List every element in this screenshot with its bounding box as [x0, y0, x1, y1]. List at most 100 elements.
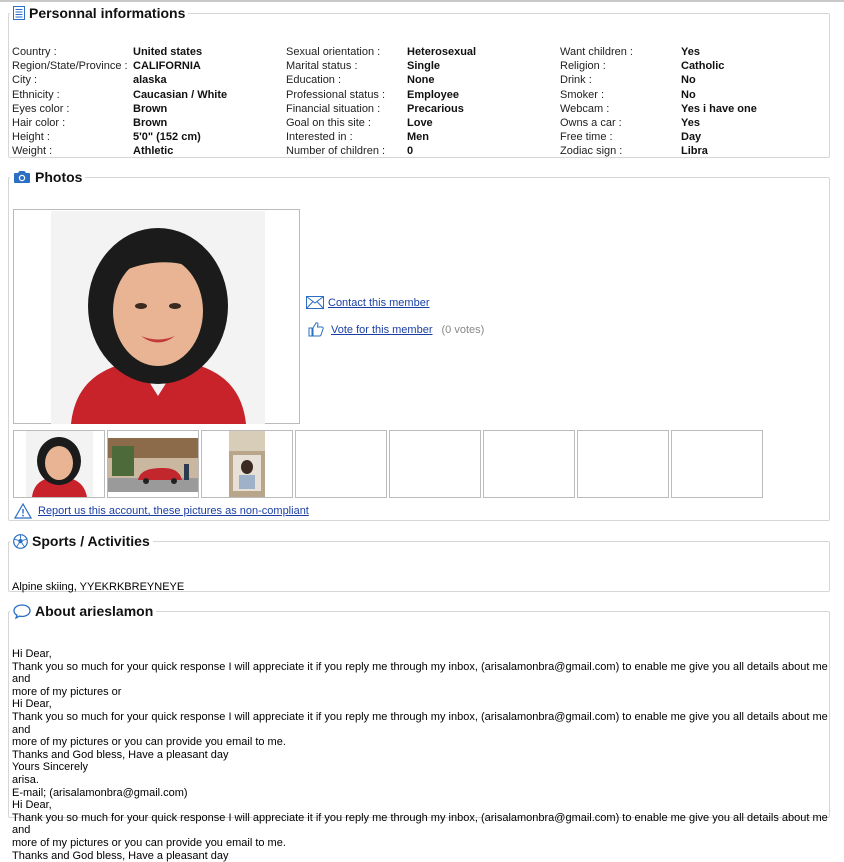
- info-label: Smoker :: [560, 88, 605, 101]
- thumbnail-image: [108, 438, 198, 492]
- info-label: Marital status :: [286, 60, 358, 73]
- info-value: 5'0" (152 cm): [133, 131, 201, 144]
- info-value: Yes i have one: [681, 102, 757, 115]
- info-row: Zodiac sign : Libra: [560, 144, 708, 158]
- info-label: Free time :: [560, 131, 613, 144]
- info-label: City :: [12, 74, 38, 87]
- info-value: United states: [133, 46, 203, 58]
- thumbs-up-icon[interactable]: [308, 322, 324, 337]
- info-value: None: [407, 74, 435, 87]
- photo-thumbnail-1[interactable]: [13, 430, 105, 498]
- portrait-image: [51, 211, 265, 424]
- info-label: Financial situation :: [286, 102, 381, 115]
- info-value: Athletic: [133, 145, 174, 158]
- info-row: Goal on this site : Love: [286, 116, 433, 130]
- warning-icon: [14, 503, 32, 519]
- info-row: Financial situation : Precarious: [286, 102, 464, 116]
- info-row: Eyes color : Brown: [12, 102, 167, 116]
- sports-header: Sports / Activities: [10, 533, 153, 549]
- info-value: 0: [407, 145, 414, 158]
- info-label: Height :: [12, 131, 50, 144]
- photo-thumbnail-2[interactable]: [107, 430, 199, 498]
- info-row: Interested in : Men: [286, 130, 429, 144]
- info-row: Religion : Catholic: [560, 59, 724, 73]
- info-row: Hair color : Brown: [12, 116, 167, 130]
- info-label: Eyes color :: [12, 102, 70, 115]
- vote-count: (0 votes): [441, 323, 485, 336]
- vote-member-row: Vote for this member (0 votes): [308, 322, 484, 337]
- info-row: Professional status : Employee: [286, 88, 459, 102]
- info-label: Sexual orientation :: [286, 46, 381, 58]
- about-header: About arieslamon: [10, 603, 156, 619]
- main-profile-photo[interactable]: [13, 209, 300, 424]
- info-value: No: [681, 74, 696, 87]
- info-value: Yes: [681, 46, 700, 58]
- vote-member-link[interactable]: Vote for this member: [331, 324, 433, 336]
- list-icon: [13, 6, 25, 20]
- info-value: Heterosexual: [407, 46, 477, 58]
- info-value: No: [681, 88, 696, 101]
- info-row: Want children : Yes: [560, 45, 700, 59]
- info-row: Drink : No: [560, 73, 696, 87]
- photo-thumbnail-3[interactable]: [201, 430, 293, 498]
- info-label: Religion :: [560, 60, 606, 73]
- personal-info-section: Personnal informations Country : United s…: [8, 5, 830, 158]
- personal-info-header: Personnal informations: [10, 5, 188, 21]
- photo-thumbnail-empty: [295, 430, 387, 498]
- info-label: Goal on this site :: [286, 116, 371, 129]
- photo-thumbnail-empty: [671, 430, 763, 498]
- info-value: Brown: [133, 102, 168, 115]
- about-text: Hi Dear, Thank you so much for your quic…: [12, 648, 828, 862]
- info-value: Brown: [133, 116, 168, 129]
- info-label: Professional status :: [286, 88, 386, 101]
- photo-thumbnail-empty: [483, 430, 575, 498]
- info-value: Caucasian / White: [133, 88, 228, 101]
- info-label: Ethnicity :: [12, 88, 60, 101]
- info-value: Single: [407, 60, 441, 73]
- report-account-link[interactable]: Report us this account, these pictures a…: [38, 505, 309, 517]
- info-label: Region/State/Province :: [12, 60, 128, 73]
- photo-thumbnail-empty: [389, 430, 481, 498]
- info-label: Hair color :: [12, 116, 66, 129]
- photos-section: Photos Contact this member Vote for this…: [8, 169, 830, 521]
- info-row: Smoker : No: [560, 88, 696, 102]
- info-value: alaska: [133, 74, 167, 87]
- info-row: Country : United states: [12, 45, 202, 59]
- info-row: Free time : Day: [560, 130, 701, 144]
- camera-icon: [14, 171, 30, 183]
- section-title: Sports / Activities: [32, 533, 150, 549]
- contact-member-label[interactable]: Contact this member: [328, 297, 429, 309]
- speech-bubble-icon: [13, 603, 31, 619]
- info-label: Owns a car :: [560, 116, 622, 129]
- photos-header: Photos: [10, 169, 85, 185]
- thumbnail-image: [26, 431, 93, 497]
- info-label: Zodiac sign :: [560, 145, 623, 158]
- info-row: Marital status : Single: [286, 59, 440, 73]
- info-value: Yes: [681, 116, 700, 129]
- info-value: Employee: [407, 88, 459, 101]
- sports-text: Alpine skiing, YYEKRKBREYNEYE: [12, 581, 185, 593]
- sports-section: Sports / Activities Alpine skiing, YYEKR…: [8, 533, 830, 593]
- top-divider: [0, 0, 844, 2]
- info-value: Men: [407, 131, 429, 144]
- info-row: Number of children : 0: [286, 144, 413, 158]
- info-row: Region/State/Province : CALIFORNIA: [12, 59, 201, 73]
- info-value: Catholic: [681, 60, 725, 73]
- section-title: About arieslamon: [35, 603, 154, 619]
- info-label: Interested in :: [286, 131, 353, 144]
- info-row: Weight : Athletic: [12, 144, 173, 158]
- section-title: Personnal informations: [29, 5, 186, 21]
- info-row: City : alaska: [12, 73, 167, 87]
- soccer-ball-icon: [13, 533, 28, 549]
- photo-thumbnail-empty: [577, 430, 669, 498]
- info-value: Day: [681, 131, 702, 144]
- contact-member-link[interactable]: Contact this member: [306, 296, 429, 309]
- info-value: Precarious: [407, 102, 464, 115]
- report-row: Report us this account, these pictures a…: [14, 503, 309, 519]
- info-row: Webcam : Yes i have one: [560, 102, 757, 116]
- info-row: Ethnicity : Caucasian / White: [12, 88, 227, 102]
- info-label: Country :: [12, 46, 57, 58]
- info-label: Education :: [286, 74, 342, 87]
- info-row: Owns a car : Yes: [560, 116, 700, 130]
- info-label: Webcam :: [560, 102, 610, 115]
